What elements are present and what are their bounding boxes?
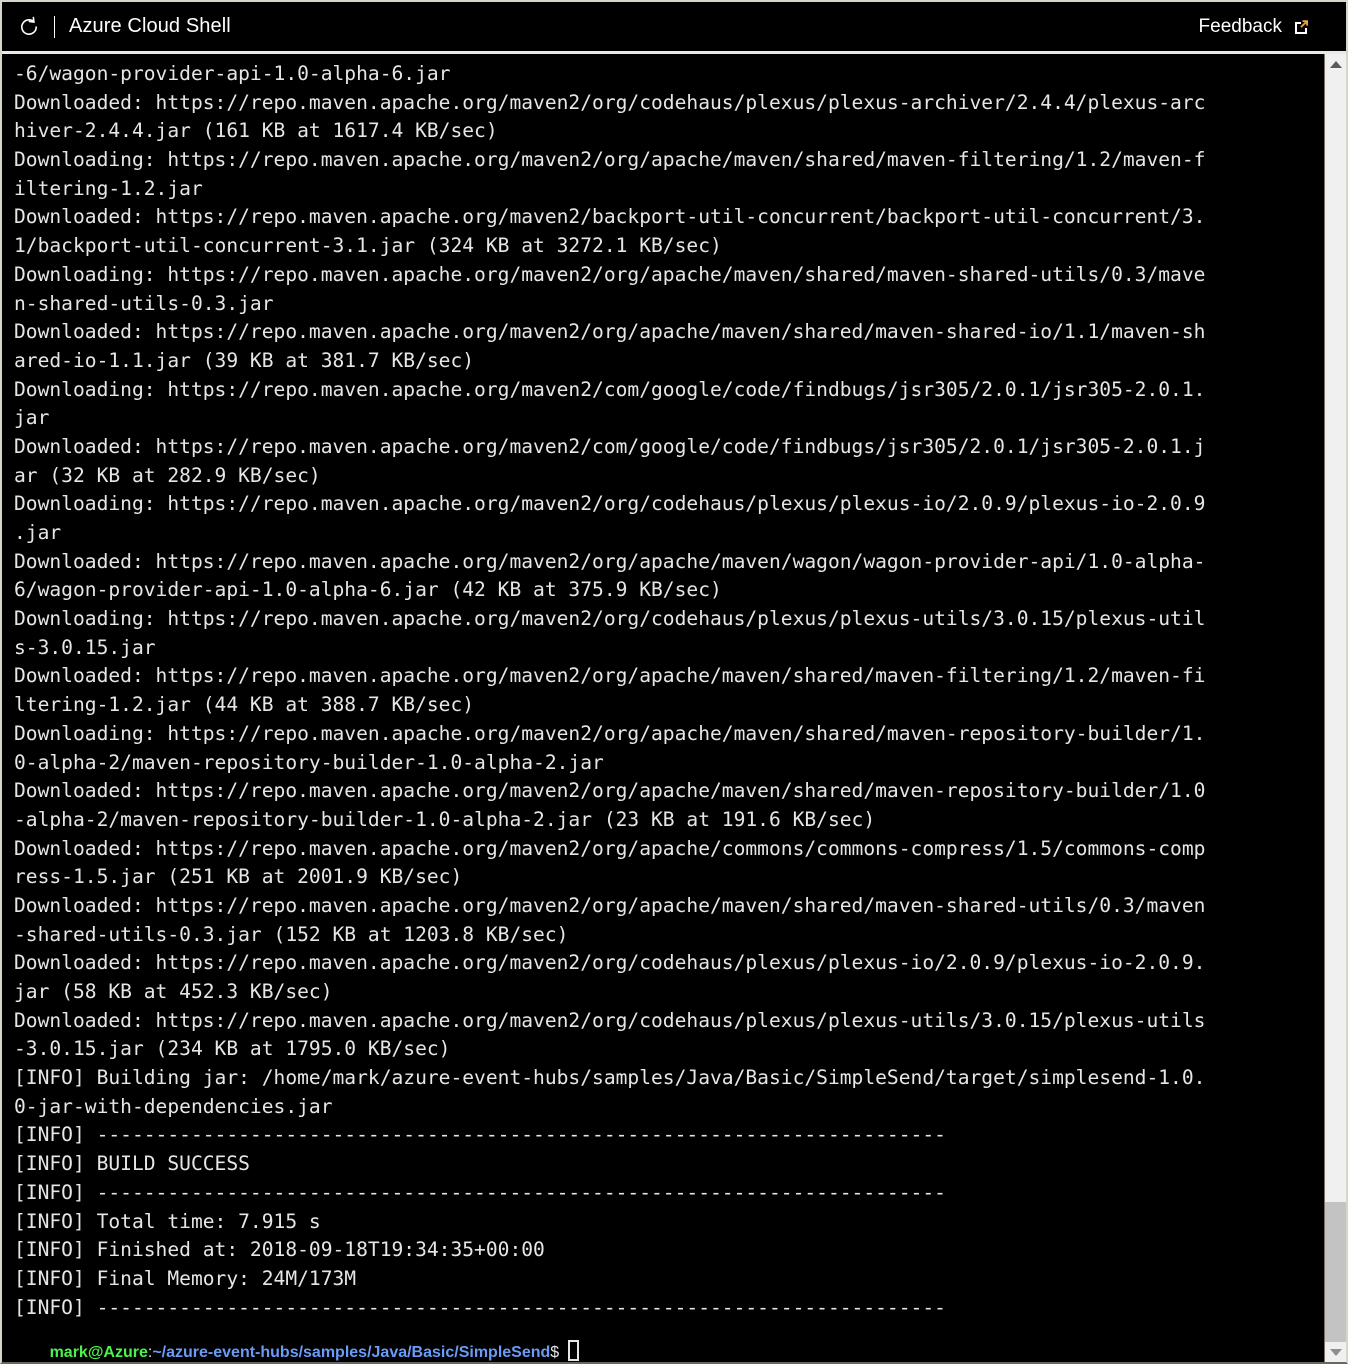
- terminal-line: -shared-utils-0.3.jar (152 KB at 1203.8 …: [14, 922, 569, 946]
- terminal-line: Downloading: https://repo.maven.apache.o…: [14, 148, 1206, 172]
- terminal-line: ress-1.5.jar (251 KB at 2001.9 KB/sec): [14, 865, 463, 889]
- prompt-path: ~/azure-event-hubs/samples/Java/Basic/Si…: [152, 1344, 551, 1362]
- terminal-line: Downloading: https://repo.maven.apache.o…: [14, 492, 1206, 516]
- prompt-user-host: mark@Azure: [49, 1344, 148, 1362]
- terminal-line: hiver-2.4.4.jar (161 KB at 1617.4 KB/sec…: [14, 119, 498, 143]
- cloud-shell-window: Azure Cloud Shell Feedback -6/wagon-prov…: [0, 0, 1348, 1364]
- terminal-line: ar (32 KB at 282.9 KB/sec): [14, 463, 321, 487]
- toolbar-divider: [54, 15, 55, 38]
- terminal-scrollbar[interactable]: [1324, 54, 1346, 1362]
- terminal-line: 0-jar-with-dependencies.jar: [14, 1094, 333, 1118]
- terminal-line: jar (58 KB at 452.3 KB/sec): [14, 980, 333, 1003]
- terminal-line: Downloading: https://repo.maven.apache.o…: [14, 262, 1206, 286]
- feedback-link[interactable]: Feedback: [1199, 16, 1282, 38]
- terminal-line: ared-io-1.1.jar (39 KB at 381.7 KB/sec): [14, 348, 475, 372]
- terminal-line: -alpha-2/maven-repository-builder-1.0-al…: [14, 807, 876, 831]
- terminal-line: 1/backport-util-concurrent-3.1.jar (324 …: [14, 234, 722, 258]
- terminal-line: [INFO] BUILD SUCCESS: [14, 1152, 250, 1176]
- terminal-prompt-line: mark@Azure:~/azure-event-hubs/samples/Ja…: [14, 1322, 1324, 1362]
- terminal-line: [INFO] Total time: 7.915 s: [14, 1209, 321, 1233]
- terminal-line: Downloaded: https://repo.maven.apache.or…: [14, 1008, 1206, 1032]
- terminal-lines: -6/wagon-provider-api-1.0-alpha-6.jar Dow…: [14, 60, 1324, 1322]
- cloud-shell-toolbar: Azure Cloud Shell Feedback: [2, 2, 1346, 54]
- scrollbar-track[interactable]: [1325, 74, 1346, 1342]
- terminal-line: iltering-1.2.jar: [14, 176, 203, 200]
- scroll-up-arrow-icon[interactable]: [1325, 54, 1346, 74]
- terminal-line: Downloading: https://repo.maven.apache.o…: [14, 377, 1206, 401]
- scrollbar-thumb[interactable]: [1325, 1202, 1346, 1342]
- terminal-line: Downloading: https://repo.maven.apache.o…: [14, 721, 1206, 745]
- terminal-body: -6/wagon-provider-api-1.0-alpha-6.jar Dow…: [2, 54, 1346, 1362]
- terminal-line: Downloaded: https://repo.maven.apache.or…: [14, 951, 1206, 975]
- restart-icon[interactable]: [16, 14, 42, 40]
- terminal-line: 6/wagon-provider-api-1.0-alpha-6.jar (42…: [14, 578, 722, 602]
- terminal-line: 0-alpha-2/maven-repository-builder-1.0-a…: [14, 750, 604, 774]
- terminal-line: Downloaded: https://repo.maven.apache.or…: [14, 90, 1206, 114]
- terminal-line: [INFO] Finished at: 2018-09-18T19:34:35+…: [14, 1238, 545, 1262]
- terminal-line: Downloaded: https://repo.maven.apache.or…: [14, 434, 1206, 458]
- terminal-line: .jar: [14, 521, 62, 544]
- terminal-line: [INFO] Final Memory: 24M/173M: [14, 1266, 357, 1290]
- terminal-cursor[interactable]: [568, 1340, 580, 1362]
- terminal-line: [INFO] ---------------------------------…: [14, 1180, 946, 1204]
- terminal-line: -3.0.15.jar (234 KB at 1795.0 KB/sec): [14, 1037, 451, 1061]
- terminal-output-area[interactable]: -6/wagon-provider-api-1.0-alpha-6.jar Dow…: [2, 54, 1324, 1362]
- terminal-line: Downloaded: https://repo.maven.apache.or…: [14, 320, 1206, 344]
- terminal-line: [INFO] ---------------------------------…: [14, 1123, 946, 1147]
- terminal-line: Downloaded: https://repo.maven.apache.or…: [14, 836, 1206, 860]
- terminal-line: Downloaded: https://repo.maven.apache.or…: [14, 549, 1206, 573]
- terminal-line: -6/wagon-provider-api-1.0-alpha-6.jar: [14, 62, 451, 85]
- terminal-line: Downloaded: https://repo.maven.apache.or…: [14, 893, 1206, 917]
- prompt-symbol: $: [550, 1344, 560, 1362]
- external-link-icon[interactable]: [1292, 18, 1310, 36]
- terminal-line: ltering-1.2.jar (44 KB at 388.7 KB/sec): [14, 693, 475, 717]
- scroll-down-arrow-icon[interactable]: [1325, 1342, 1346, 1362]
- terminal-line: [INFO] Building jar: /home/mark/azure-ev…: [14, 1066, 1206, 1090]
- terminal-line: s-3.0.15.jar: [14, 635, 156, 659]
- terminal-line: Downloaded: https://repo.maven.apache.or…: [14, 664, 1206, 688]
- page-title: Azure Cloud Shell: [69, 15, 231, 37]
- terminal-line: Downloading: https://repo.maven.apache.o…: [14, 607, 1206, 631]
- terminal-line: Downloaded: https://repo.maven.apache.or…: [14, 779, 1206, 803]
- toolbar-left-group: Azure Cloud Shell: [16, 14, 231, 40]
- terminal-line: n-shared-utils-0.3.jar: [14, 291, 274, 315]
- terminal-line: [INFO] ---------------------------------…: [14, 1295, 946, 1319]
- terminal-line: Downloaded: https://repo.maven.apache.or…: [14, 205, 1206, 229]
- terminal-line: jar: [14, 406, 50, 430]
- toolbar-right-group: Feedback: [1199, 16, 1332, 38]
